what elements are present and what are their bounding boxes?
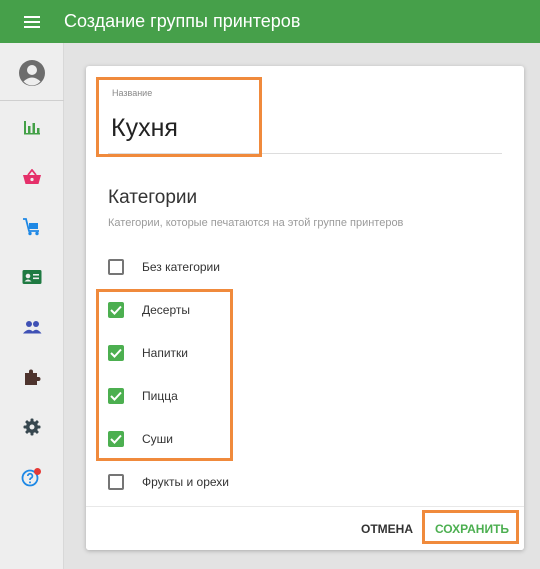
sidebar-divider [0, 100, 64, 101]
category-checkbox[interactable] [108, 302, 124, 318]
sidebar-item-settings[interactable] [0, 409, 64, 445]
printer-group-form: Название Категории Категории, которые пе… [86, 66, 524, 550]
save-button[interactable]: СОХРАНИТЬ [426, 507, 518, 550]
category-row[interactable]: Без категории [108, 254, 468, 280]
category-row[interactable]: Десерты [108, 297, 468, 323]
category-row[interactable]: Пицца [108, 383, 468, 409]
app-bar: Создание группы принтеров [0, 0, 540, 43]
checkmark-icon [110, 305, 122, 315]
sidebar-item-orders[interactable] [0, 159, 64, 195]
gear-icon [23, 418, 41, 436]
checkmark-icon [110, 391, 122, 401]
hamburger-menu-icon[interactable] [0, 0, 64, 43]
help-icon [21, 468, 41, 487]
category-checkbox[interactable] [108, 388, 124, 404]
name-input[interactable] [111, 108, 411, 148]
name-field-label: Название [112, 88, 153, 98]
checkmark-icon [110, 348, 122, 358]
category-checkbox[interactable] [108, 345, 124, 361]
category-row[interactable]: Напитки [108, 340, 468, 366]
category-row[interactable]: Фрукты и орехи [108, 469, 468, 495]
category-label: Фрукты и орехи [142, 475, 229, 489]
sidebar [0, 43, 64, 569]
sidebar-item-purchases[interactable] [0, 209, 64, 245]
category-checkbox[interactable] [108, 431, 124, 447]
sidebar-item-account[interactable] [0, 55, 64, 91]
people-icon [23, 321, 42, 334]
checkmark-icon [110, 434, 122, 444]
sidebar-item-help[interactable] [0, 459, 64, 495]
category-label: Десерты [142, 303, 191, 317]
puzzle-icon [25, 369, 41, 385]
bar-chart-icon [24, 121, 40, 135]
category-checkbox[interactable] [108, 259, 124, 275]
category-label: Напитки [142, 346, 188, 360]
sidebar-item-integrations[interactable] [0, 359, 64, 395]
sidebar-item-staff[interactable] [0, 259, 64, 295]
sidebar-item-reports[interactable] [0, 109, 64, 145]
form-actions: ОТМЕНА СОХРАНИТЬ [86, 506, 524, 550]
category-label: Суши [142, 432, 173, 446]
category-label: Пицца [142, 389, 178, 403]
account-circle-icon [19, 60, 45, 86]
app-title: Создание группы принтеров [64, 11, 301, 31]
shopping-basket-icon [23, 169, 41, 184]
sidebar-item-clients[interactable] [0, 309, 64, 345]
cancel-button[interactable]: ОТМЕНА [352, 507, 422, 550]
cart-icon [23, 218, 39, 236]
contact-card-icon [22, 270, 42, 284]
categories-title: Категории [108, 187, 198, 208]
categories-subtitle: Категории, которые печатаются на этой гр… [108, 217, 404, 229]
category-row[interactable]: Суши [108, 426, 468, 452]
category-label: Без категории [142, 260, 220, 274]
name-field: Название [108, 80, 502, 154]
category-checkbox[interactable] [108, 474, 124, 490]
